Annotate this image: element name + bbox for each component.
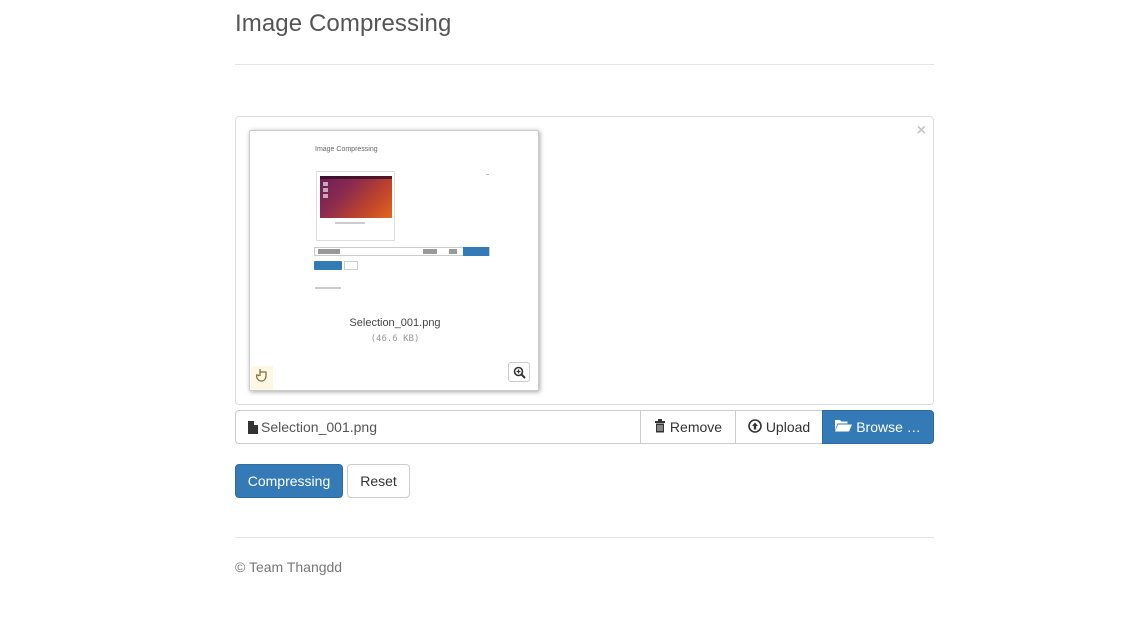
file-caption-text: Selection_001.png xyxy=(261,419,377,435)
thumbnail-inner-title: Image Compressing xyxy=(315,146,378,153)
file-caption-field[interactable]: Selection_001.png xyxy=(235,410,641,444)
browse-button[interactable]: Browse … xyxy=(822,410,934,444)
header-divider xyxy=(235,64,934,65)
browse-label: Browse … xyxy=(856,419,921,435)
thumbnail-image: Image Compressing xyxy=(258,137,530,321)
thumbnail-caption: Selection_001.png xyxy=(349,317,441,329)
folder-open-icon xyxy=(835,419,853,435)
reset-button[interactable]: Reset xyxy=(347,464,410,498)
file-input-group: Selection_001.png Remove Upload Browse … xyxy=(235,410,934,444)
trash-icon xyxy=(654,418,666,436)
footer-divider xyxy=(235,537,934,538)
preview-thumbnail: Image Compressing Selection_001.png (46.… xyxy=(249,130,539,391)
file-icon xyxy=(248,420,258,434)
file-preview-frame: × Image Compressing Selection_001.png (4… xyxy=(235,116,934,405)
page-title: Image Compressing xyxy=(235,10,452,37)
footer-copyright: © Team Thangdd xyxy=(235,559,343,575)
upload-circle-icon xyxy=(748,418,762,436)
zoom-in-icon[interactable] xyxy=(508,362,530,382)
remove-label: Remove xyxy=(669,419,723,435)
remove-button[interactable]: Remove xyxy=(640,410,736,444)
compress-button[interactable]: Compressing xyxy=(235,464,343,498)
hand-drag-icon[interactable] xyxy=(251,366,273,390)
close-preview-icon[interactable]: × xyxy=(917,123,926,139)
upload-button[interactable]: Upload xyxy=(735,410,823,444)
upload-label: Upload xyxy=(765,419,811,435)
thumbnail-file-size: (46.6 KB) xyxy=(370,334,420,344)
